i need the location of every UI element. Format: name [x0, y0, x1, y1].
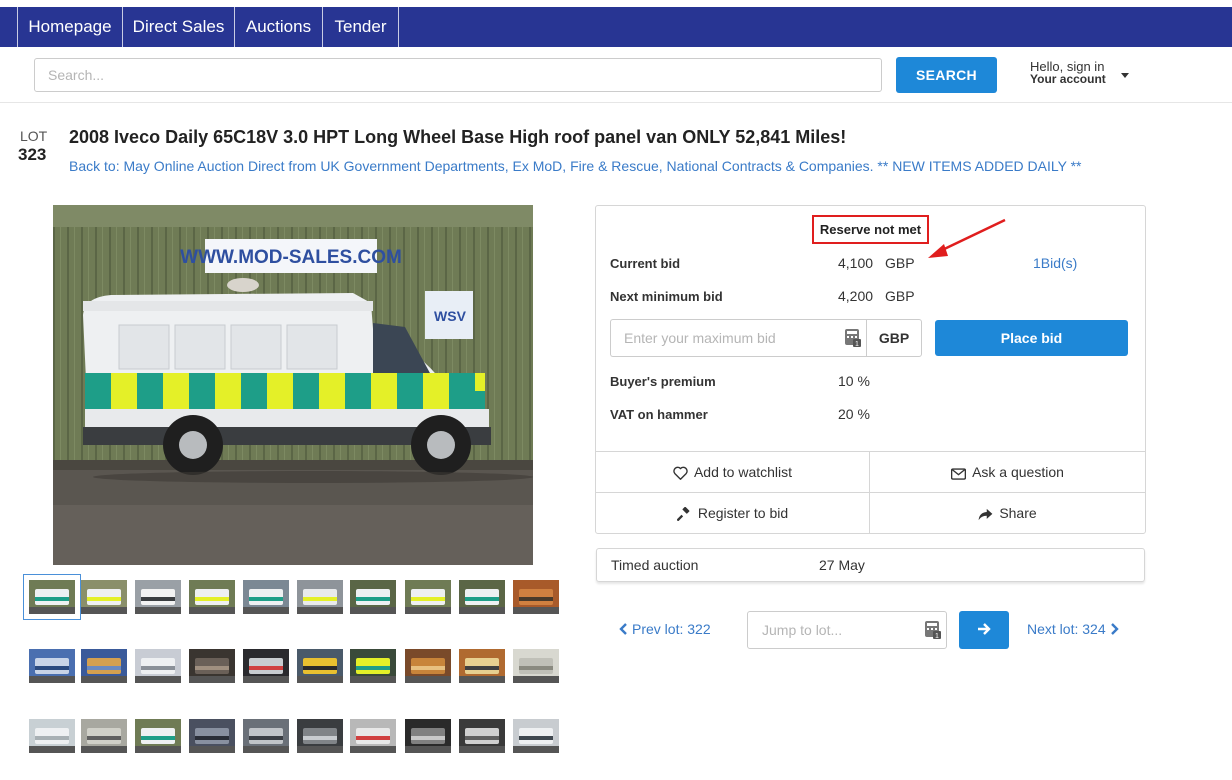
gavel-icon [676, 506, 690, 522]
lot-number: 323 [18, 145, 47, 164]
account-label: Your account [1030, 72, 1106, 86]
thumbnail-item[interactable] [29, 719, 75, 753]
thumbnail-item[interactable] [350, 719, 396, 753]
top-strip [0, 0, 1232, 7]
thumbnail-item[interactable] [405, 719, 451, 753]
chevron-right-icon [1110, 623, 1119, 635]
current-bid-value: 4,100 [838, 255, 874, 271]
back-to-auction-link[interactable]: Back to: May Online Auction Direct from … [69, 158, 1082, 174]
main-lot-photo[interactable]: WWW.MOD-SALES.COM WSV [53, 205, 533, 565]
prev-lot-label: Prev lot: 322 [632, 621, 711, 637]
add-to-watchlist-button[interactable]: Add to watchlist [596, 452, 869, 492]
next-min-bid-label: Next minimum bid [610, 289, 723, 304]
thumbnail-item[interactable] [81, 580, 127, 614]
jump-to-lot-input[interactable] [747, 611, 947, 649]
jump-go-button[interactable] [959, 611, 1009, 649]
share-icon [978, 508, 993, 521]
share-button[interactable]: Share [870, 493, 1145, 533]
thumbnail-item[interactable] [189, 719, 235, 753]
timed-auction-date: 27 May [819, 557, 865, 573]
thumbnail-item[interactable] [297, 580, 343, 614]
register-to-bid-button[interactable]: Register to bid [596, 493, 869, 533]
thumbnail-item[interactable] [189, 580, 235, 614]
share-label: Share [999, 505, 1037, 521]
search-button[interactable]: SEARCH [896, 57, 997, 93]
thumbnail-item[interactable] [350, 580, 396, 614]
ask-question-button[interactable]: Ask a question [870, 452, 1145, 492]
main-nav: Homepage Direct Sales Auctions Tender [0, 7, 1232, 47]
thumbnail-item[interactable] [459, 580, 505, 614]
thumbnail-item[interactable] [513, 649, 559, 683]
thumbnail-item[interactable] [243, 719, 289, 753]
next-lot-link[interactable]: Next lot: 324 [1027, 621, 1119, 637]
thumbnail-item[interactable] [189, 649, 235, 683]
next-min-bid-value: 4,200 [838, 288, 874, 304]
nav-auctions[interactable]: Auctions [235, 7, 323, 47]
thumbnail-gallery [23, 572, 565, 772]
thumbnail-item[interactable] [297, 719, 343, 753]
next-min-bid-currency: GBP [885, 288, 915, 304]
thumbnail-item[interactable] [513, 719, 559, 753]
svg-text:1: 1 [855, 341, 859, 347]
svg-text:1: 1 [935, 633, 939, 639]
arrow-right-icon [978, 622, 991, 635]
thumbnail-item[interactable] [135, 649, 181, 683]
current-bid-label: Current bid [610, 256, 681, 271]
next-lot-label: Next lot: 324 [1027, 621, 1106, 637]
prev-lot-link[interactable]: Prev lot: 322 [619, 621, 711, 637]
max-bid-input[interactable] [610, 319, 867, 357]
place-bid-button[interactable]: Place bid [935, 320, 1128, 356]
watchlist-label: Add to watchlist [693, 464, 793, 480]
thumbnail-item[interactable] [81, 649, 127, 683]
ask-label: Ask a question [972, 464, 1064, 480]
vat-label: VAT on hammer [610, 407, 708, 422]
buyers-premium-value: 10 % [838, 373, 870, 389]
thumbnail-item[interactable] [405, 649, 451, 683]
calculator-icon[interactable]: 1 [925, 621, 941, 639]
heart-icon [673, 466, 688, 480]
thumbnail-item[interactable] [459, 649, 505, 683]
register-label: Register to bid [697, 505, 789, 521]
buyers-premium-label: Buyer's premium [610, 374, 716, 389]
vat-value: 20 % [838, 406, 870, 422]
envelope-icon [951, 468, 967, 480]
thumbnail-item[interactable] [243, 649, 289, 683]
current-bid-currency: GBP [885, 255, 915, 271]
header-divider [0, 102, 1232, 103]
logo-text: WSV [434, 308, 467, 324]
van-photo-illustration: WWW.MOD-SALES.COM WSV [53, 205, 533, 565]
thumbnail-item[interactable] [513, 580, 559, 614]
nav-direct-sales[interactable]: Direct Sales [123, 7, 235, 47]
thumbnail-item[interactable] [350, 649, 396, 683]
account-menu[interactable]: Hello, sign in Your account [1030, 60, 1106, 86]
lot-label: LOT [20, 128, 48, 144]
thumbnail-item[interactable] [459, 719, 505, 753]
thumbnail-item[interactable] [297, 649, 343, 683]
sign-text: WWW.MOD-SALES.COM [180, 247, 402, 268]
caret-down-icon[interactable] [1121, 73, 1129, 78]
nav-homepage[interactable]: Homepage [17, 7, 123, 47]
thumbnail-item[interactable] [81, 719, 127, 753]
page-title: 2008 Iveco Daily 65C18V 3.0 HPT Long Whe… [69, 127, 847, 147]
bid-currency-label: GBP [866, 319, 922, 357]
thumbnail-item[interactable] [135, 719, 181, 753]
calculator-icon[interactable]: 1 [845, 329, 861, 347]
thumbnail-item[interactable] [243, 580, 289, 614]
timed-auction-label: Timed auction [611, 557, 699, 573]
thumbnail-item[interactable] [29, 649, 75, 683]
bids-count-link[interactable]: 1Bid(s) [1033, 255, 1077, 271]
chevron-left-icon [619, 623, 627, 635]
nav-tender[interactable]: Tender [323, 7, 399, 47]
search-input[interactable] [34, 58, 882, 92]
thumbnail-item[interactable] [405, 580, 451, 614]
thumbnail-item[interactable] [135, 580, 181, 614]
reserve-status-badge: Reserve not met [812, 215, 929, 244]
thumbnail-item[interactable] [23, 574, 81, 620]
